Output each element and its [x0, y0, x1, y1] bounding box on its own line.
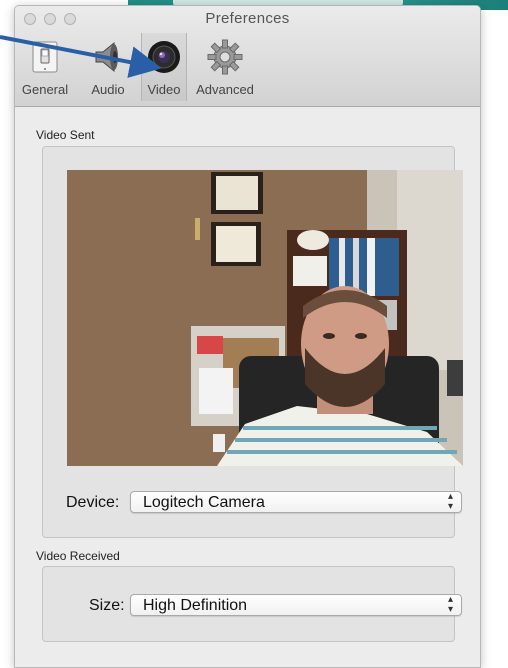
annotation-arrow	[0, 35, 162, 78]
